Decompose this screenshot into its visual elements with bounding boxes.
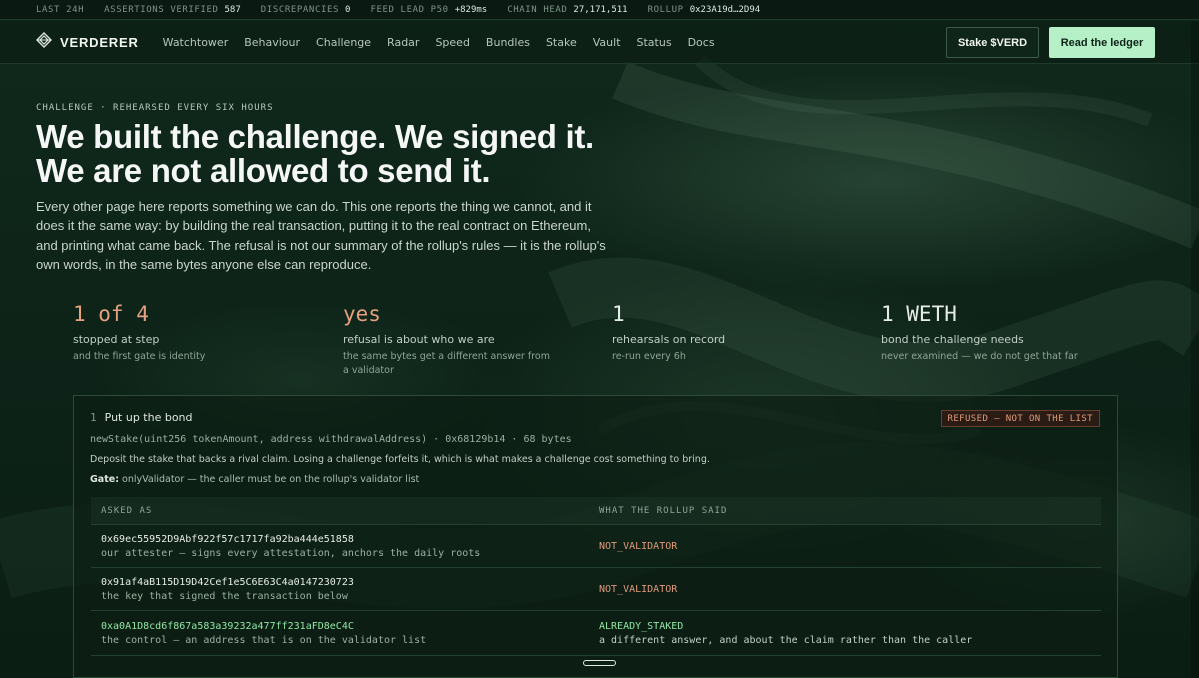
ticker-value: 27,171,511 [573, 4, 628, 15]
ticker-label: ASSERTIONS VERIFIED [104, 4, 219, 15]
page-eyebrow: CHALLENGE · REHEARSED EVERY SIX HOURS [36, 103, 274, 113]
page-intro: Every other page here reports something … [36, 199, 606, 272]
challenge-step-card: 1 Put up the bond REFUSED — NOT ON THE L… [73, 395, 1118, 678]
rollup-said-cell: ALREADY_STAKED a different answer, and a… [599, 621, 972, 646]
stat-stopped-step: 1 of 4 stopped at step and the first gat… [73, 302, 303, 364]
ticker-value: 0 [345, 4, 351, 15]
rollup-response: NOT_VALIDATOR [599, 583, 678, 595]
address-note: the control — an address that is on the … [101, 634, 427, 646]
stat-value: 1 [612, 302, 625, 326]
ticker-bar: LAST 24H ASSERTIONS VERIFIED 587 DISCREP… [0, 0, 1199, 20]
stat-label: refusal is about who we are [343, 333, 495, 346]
ticker-item-chain-head: CHAIN HEAD 27,171,511 [507, 5, 627, 15]
nav-link-watchtower[interactable]: Watchtower [163, 36, 229, 49]
status-badge: REFUSED — NOT ON THE LIST [940, 410, 1100, 427]
gate-label: Gate: [90, 474, 119, 485]
brand-name: VERDERER [60, 34, 139, 50]
nav-link-docs[interactable]: Docs [688, 36, 715, 49]
brand-logo-icon [36, 32, 52, 52]
stat-value: 1 of 4 [73, 302, 149, 326]
function-signature: newStake(uint256 tokenAmount, address wi… [90, 434, 572, 445]
column-header-asked-as: ASKED AS [101, 505, 153, 516]
brand[interactable]: VERDERER [36, 32, 139, 52]
rollup-response-note: a different answer, and about the claim … [599, 634, 973, 646]
stat-sub: and the first gate is identity [73, 351, 206, 362]
step-number: 1 [90, 411, 97, 424]
read-ledger-button[interactable]: Read the ledger [1049, 27, 1155, 58]
top-nav: VERDERER Watchtower Behaviour Challenge … [0, 21, 1199, 64]
ticker-label: LAST 24H [36, 4, 85, 15]
stat-sub: re-run every 6h [612, 351, 686, 362]
horizontal-scroll-thumb[interactable] [583, 660, 616, 666]
page-title: We built the challenge. We signed it. We… [36, 118, 594, 189]
rollup-said-cell: NOT_VALIDATOR [599, 584, 677, 595]
ticker-label: FEED LEAD P50 [370, 4, 449, 15]
nav-link-speed[interactable]: Speed [435, 36, 469, 49]
stat-label: stopped at step [73, 333, 160, 346]
stat-value: 1 WETH [881, 302, 957, 326]
stat-label: bond the challenge needs [881, 333, 1024, 346]
asked-as-cell: 0x91af4aB115D19D42Cef1e5C6E63C4a01472307… [91, 577, 599, 602]
ticker-item-period: LAST 24H [36, 5, 84, 15]
ticker-value: 587 [224, 4, 241, 15]
rollup-response: ALREADY_STAKED [599, 620, 684, 632]
ticker-item-assertions: ASSERTIONS VERIFIED 587 [104, 5, 241, 15]
gate-text: onlyValidator — the caller must be on th… [119, 474, 420, 485]
step-description: Deposit the stake that backs a rival cla… [90, 454, 710, 465]
nav-links: Watchtower Behaviour Challenge Radar Spe… [163, 36, 715, 49]
nav-link-status[interactable]: Status [637, 36, 672, 49]
stat-bond: 1 WETH bond the challenge needs never ex… [881, 302, 1121, 364]
rollup-said-cell: NOT_VALIDATOR [599, 541, 677, 552]
asked-as-cell: 0x69ec55952D9Abf922f57c1717fa92ba444e518… [91, 534, 599, 559]
results-table: ASKED AS WHAT THE ROLLUP SAID 0x69ec5595… [91, 497, 1101, 656]
ticker-label: ROLLUP [647, 4, 684, 15]
nav-link-vault[interactable]: Vault [593, 36, 621, 49]
stat-rehearsals: 1 rehearsals on record re-run every 6h [612, 302, 842, 364]
stat-sub: the same bytes get a different answer fr… [343, 351, 550, 376]
table-row: 0x69ec55952D9Abf922f57c1717fa92ba444e518… [91, 525, 1101, 568]
stat-sub: never examined — we do not get that far [881, 351, 1078, 362]
address-note: the key that signed the transaction belo… [101, 590, 348, 602]
nav-link-challenge[interactable]: Challenge [316, 36, 371, 49]
ticker-label: DISCREPANCIES [260, 4, 340, 15]
ticker-value: 0x23A19d…2D94 [689, 4, 761, 15]
ticker-label: CHAIN HEAD [507, 4, 568, 15]
table-header: ASKED AS WHAT THE ROLLUP SAID [91, 497, 1101, 525]
stat-refusal-identity: yes refusal is about who we are the same… [343, 302, 558, 378]
gate-line: Gate: onlyValidator — the caller must be… [90, 474, 419, 485]
vertical-scrollbar[interactable] [1191, 21, 1199, 678]
ticker-value: +829ms [454, 4, 488, 15]
asked-as-cell: 0xa0A1D8cd6f867a583a39232a477ff231aFD8eC… [91, 621, 599, 646]
nav-link-bundles[interactable]: Bundles [486, 36, 530, 49]
ticker-item-discrepancies: DISCREPANCIES 0 [261, 5, 351, 15]
address[interactable]: 0x91af4aB115D19D42Cef1e5C6E63C4a01472307… [101, 577, 599, 588]
nav-link-radar[interactable]: Radar [387, 36, 419, 49]
step-header: 1 Put up the bond [90, 411, 193, 424]
stat-label: rehearsals on record [612, 333, 726, 346]
rollup-response: NOT_VALIDATOR [599, 540, 678, 552]
column-header-rollup-said: WHAT THE ROLLUP SAID [599, 505, 728, 516]
stake-button[interactable]: Stake $VERD [946, 27, 1039, 58]
table-row: 0xa0A1D8cd6f867a583a39232a477ff231aFD8eC… [91, 611, 1101, 656]
ticker-item-feed-lead: FEED LEAD P50 +829ms [370, 5, 487, 15]
address[interactable]: 0xa0A1D8cd6f867a583a39232a477ff231aFD8eC… [101, 621, 599, 632]
table-row: 0x91af4aB115D19D42Cef1e5C6E63C4a01472307… [91, 568, 1101, 611]
stat-value: yes [343, 302, 381, 326]
ticker-item-rollup: ROLLUP 0x23A19d…2D94 [648, 5, 761, 15]
address-note: our attester — signs every attestation, … [101, 547, 481, 559]
step-title: Put up the bond [104, 411, 193, 424]
nav-link-stake[interactable]: Stake [546, 36, 577, 49]
nav-link-behaviour[interactable]: Behaviour [244, 36, 300, 49]
address[interactable]: 0x69ec55952D9Abf922f57c1717fa92ba444e518… [101, 534, 599, 545]
